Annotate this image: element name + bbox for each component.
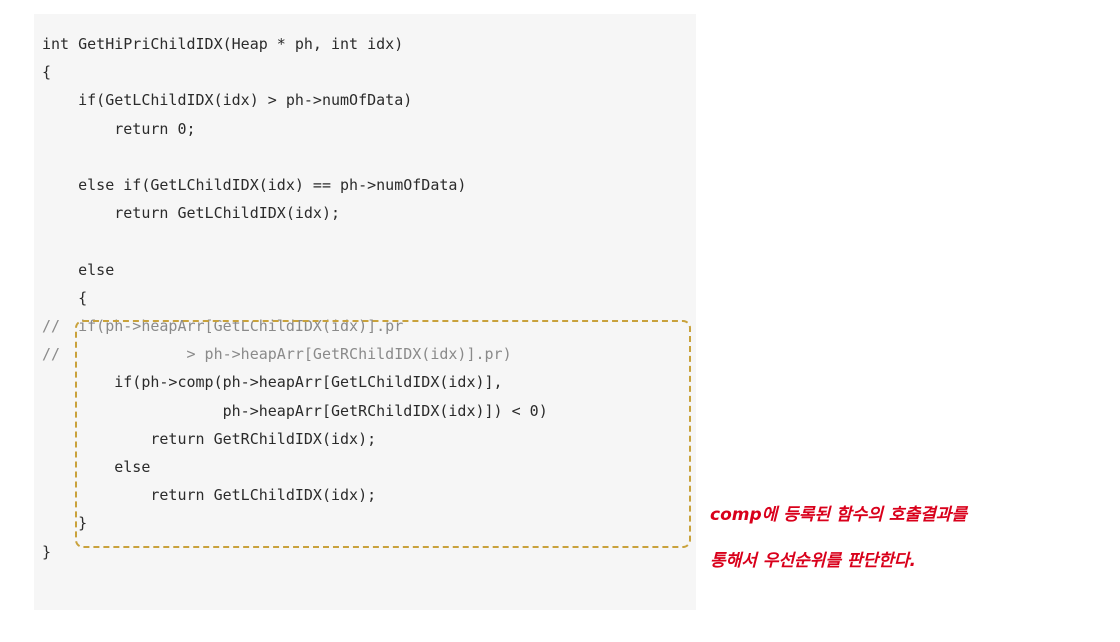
code-line: else if(GetLChildIDX(idx) == ph->numOfDa… [42,176,467,194]
highlight-box [75,320,691,548]
code-line: return GetLChildIDX(idx); [42,204,341,223]
code-line: { [42,288,88,307]
annotation-line-1: comp에 등록된 함수의 호출결과를 [710,505,968,525]
code-line: int GetHiPriChildIDX(Heap * ph, int idx) [42,35,404,53]
code-line: if(GetLChildIDX(idx) > ph->numOfData) [42,91,413,110]
code-line: } [42,542,52,561]
code-line: return 0; [42,119,196,138]
code-line: { [42,63,52,82]
annotation-line-2: 통해서 우선순위를 판단한다. [710,551,916,571]
code-line: else [42,260,115,279]
